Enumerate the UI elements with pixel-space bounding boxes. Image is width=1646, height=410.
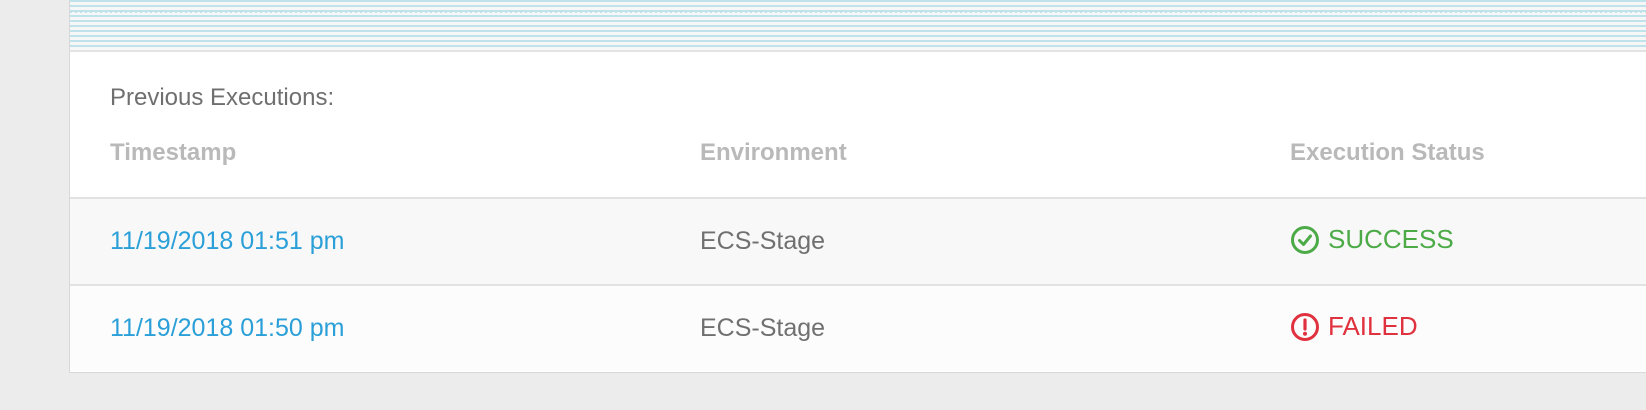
table-row: 11/19/2018 01:50 pm ECS-Stage FAILED — [70, 284, 1646, 371]
column-header-environment: Environment — [700, 139, 847, 166]
table-row: 11/19/2018 01:51 pm ECS-Stage SUCCESS — [70, 197, 1646, 284]
timestamp-link[interactable]: 11/19/2018 01:51 pm — [110, 227, 344, 256]
environment-cell: ECS-Stage — [700, 314, 826, 342]
status-badge: FAILED — [1290, 311, 1418, 342]
status-label: FAILED — [1328, 311, 1418, 341]
executions-panel: Previous Executions: Timestamp Environme… — [69, 0, 1646, 373]
environment-cell: ECS-Stage — [700, 227, 826, 255]
executions-table: 11/19/2018 01:51 pm ECS-Stage SUCCESS 11… — [70, 197, 1646, 371]
status-label: SUCCESS — [1328, 224, 1454, 254]
exclamation-circle-icon — [1291, 312, 1319, 341]
column-header-timestamp: Timestamp — [110, 139, 237, 166]
check-circle-icon — [1291, 225, 1319, 254]
timestamp-link[interactable]: 11/19/2018 01:50 pm — [110, 314, 344, 343]
status-badge: SUCCESS — [1290, 224, 1454, 255]
column-header-execution-status: Execution Status — [1290, 139, 1485, 166]
grid-background — [70, 0, 1646, 52]
section-title: Previous Executions: — [110, 84, 335, 111]
